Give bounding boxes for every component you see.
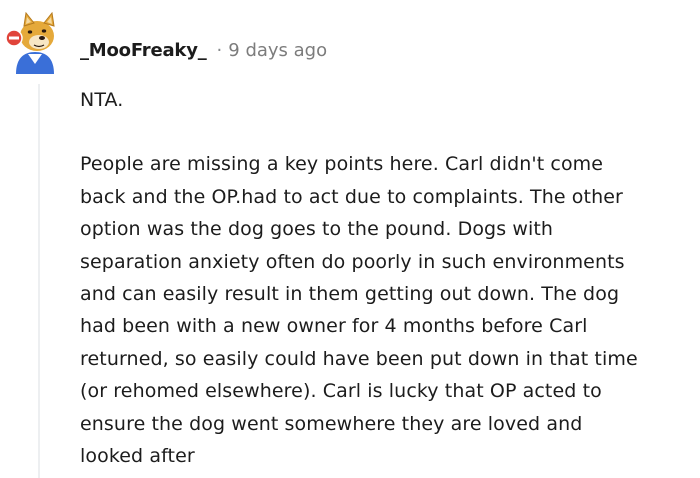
author-username[interactable]: _MooFreaky_ <box>80 40 207 61</box>
doge-snoo-avatar-icon <box>5 11 55 74</box>
comment-line: back and the OP.had to act due to compla… <box>80 185 623 208</box>
comment-line: and can easily result in them getting ou… <box>80 283 620 306</box>
comment-verdict: NTA. <box>80 89 124 111</box>
comment-header: _MooFreaky_ · 9 days ago <box>80 36 327 64</box>
comment-body: NTA. People are missing a key points her… <box>80 84 695 472</box>
comment-timestamp[interactable]: 9 days ago <box>228 40 327 61</box>
comment-paragraph: People are missing a key points here. Ca… <box>80 148 695 472</box>
thread-collapse-line[interactable] <box>38 84 40 478</box>
user-avatar[interactable] <box>4 11 66 74</box>
comment-line: separation anxiety often do poorly in su… <box>80 250 625 273</box>
comment-line: People are missing a key points here. Ca… <box>80 153 604 176</box>
comment-line: had been with a new owner for 4 months b… <box>80 315 588 338</box>
comment-line: (or rehomed elsewhere). Carl is lucky th… <box>80 380 602 403</box>
comment-line: returned, so easily could have been put … <box>80 347 638 370</box>
comment: _MooFreaky_ · 9 days ago NTA. People are… <box>0 0 700 478</box>
meta-separator: · <box>216 39 223 61</box>
comment-line: ensure the dog went somewhere they are l… <box>80 412 583 435</box>
comment-line: looked after <box>80 445 195 468</box>
comment-line: option was the dog goes to the pound. Do… <box>80 218 554 241</box>
